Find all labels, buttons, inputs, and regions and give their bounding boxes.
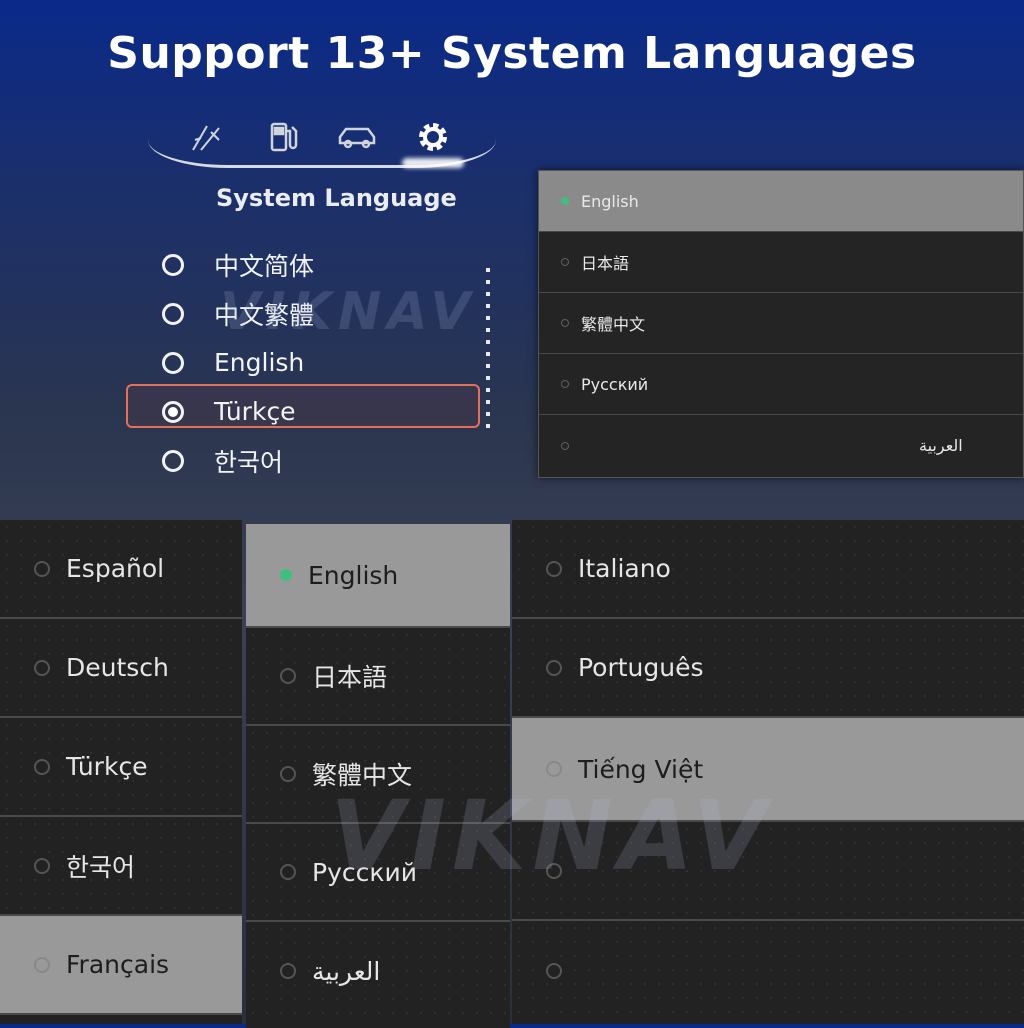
radio-button[interactable] <box>162 302 184 325</box>
list-item[interactable]: Italiano <box>512 520 1024 619</box>
list-item[interactable]: 日本語 <box>539 232 1023 293</box>
radio-dot-icon <box>34 659 50 676</box>
list-item[interactable]: العربية <box>539 415 1023 476</box>
list-item[interactable]: English <box>539 171 1023 232</box>
car-language-list: 中文简体 中文繁體 English Türkçe 한국어 <box>160 240 490 485</box>
list-item[interactable]: 日本語 <box>246 628 510 726</box>
list-item[interactable]: Русский <box>539 354 1023 415</box>
radio-dot-icon <box>280 963 296 979</box>
radio-dot-icon <box>34 758 50 775</box>
language-column-middle: English 日本語 繁體中文 Русский العربية <box>246 524 510 1028</box>
list-item[interactable]: Türkçe <box>0 718 242 817</box>
language-column-left: Español Deutsch Türkçe 한국어 Français <box>0 520 242 1024</box>
list-item[interactable]: Español <box>0 520 242 619</box>
tab-settings[interactable] <box>410 120 456 154</box>
watermark-logo: VIKNAV <box>330 780 773 892</box>
tools-icon <box>192 125 220 151</box>
language-column-right: Italiano Português Tiếng Việt <box>512 520 1024 1024</box>
tab-fuel[interactable] <box>260 120 306 154</box>
language-option[interactable]: English <box>160 338 490 387</box>
watermark-logo: VIKNAV <box>220 282 477 342</box>
radio-dot-icon <box>561 441 569 450</box>
radio-dot-icon <box>561 380 569 388</box>
radio-dot-icon <box>280 766 296 782</box>
radio-dot-icon <box>546 659 562 676</box>
list-item[interactable]: Français <box>0 916 242 1015</box>
list-item[interactable]: العربية <box>246 922 510 1020</box>
radio-dot-icon <box>34 857 50 874</box>
scrollbar-dots[interactable] <box>486 268 490 436</box>
list-item[interactable]: 繁體中文 <box>539 293 1023 354</box>
page-title: Support 13+ System Languages <box>107 28 917 79</box>
radio-dot-icon <box>561 319 569 327</box>
language-menu-small: English 日本語 繁體中文 Русский العربية <box>538 170 1024 478</box>
list-item[interactable]: 한국어 <box>0 817 242 916</box>
selected-dot-icon <box>280 569 292 581</box>
selected-dot-icon <box>561 197 569 205</box>
radio-dot-icon <box>546 560 562 577</box>
radio-dot-icon <box>34 956 50 973</box>
tab-car[interactable] <box>334 120 380 154</box>
radio-button[interactable] <box>162 253 184 276</box>
radio-dot-icon <box>280 668 296 684</box>
list-item[interactable]: Português <box>512 619 1024 718</box>
radio-dot-icon <box>561 258 569 266</box>
radio-dot-icon <box>280 864 296 880</box>
gear-icon <box>419 123 447 151</box>
radio-dot-icon <box>546 761 562 777</box>
radio-dot-icon <box>34 560 50 577</box>
fuel-icon <box>270 122 298 152</box>
car-icon <box>338 127 376 149</box>
radio-button[interactable] <box>162 351 184 374</box>
radio-button-checked[interactable] <box>162 400 184 423</box>
list-item[interactable]: English <box>246 524 510 628</box>
list-item[interactable] <box>512 921 1024 1020</box>
list-item[interactable]: Deutsch <box>0 619 242 718</box>
radio-button[interactable] <box>162 449 184 472</box>
language-option-selected[interactable]: Türkçe <box>160 387 490 436</box>
settings-tab-bar <box>148 112 496 168</box>
radio-dot-icon <box>546 962 562 979</box>
language-option[interactable]: 한국어 <box>160 436 490 485</box>
tab-tools[interactable] <box>184 120 230 154</box>
system-language-heading: System Language <box>216 184 457 212</box>
